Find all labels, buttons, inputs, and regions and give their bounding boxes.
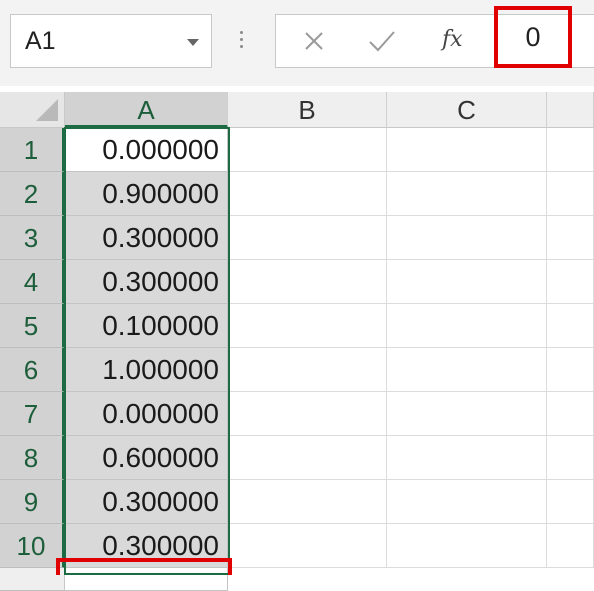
spreadsheet-grid: A B C 1 0.000000 2 0.900000 3 0.300000 4 0.300000 5… [0,92,594,591]
cell-d5[interactable] [547,304,594,348]
cell-b2[interactable] [228,172,387,216]
cell-b9[interactable] [228,480,387,524]
row-header-1[interactable]: 1 [0,128,65,172]
cell-a4[interactable]: 0.300000 [65,260,228,304]
row-header-4[interactable]: 4 [0,260,65,304]
highlight-box [56,558,232,575]
row-header-2[interactable]: 2 [0,172,65,216]
cell-b1[interactable] [228,128,387,172]
cell-b10[interactable] [228,524,387,568]
column-header-d[interactable] [547,92,594,128]
drag-handle-icon[interactable] [240,31,244,55]
cell-b3[interactable] [228,216,387,260]
row-header-9[interactable]: 9 [0,480,65,524]
cell-d2[interactable] [547,172,594,216]
cell-a8[interactable]: 0.600000 [65,436,228,480]
cell-a3[interactable]: 0.300000 [65,216,228,260]
cell-c5[interactable] [387,304,547,348]
chevron-down-icon[interactable] [187,39,199,46]
cell-b5[interactable] [228,304,387,348]
cell-a6[interactable]: 1.000000 [65,348,228,392]
formula-toolbar: A1 fx 0 [0,0,594,86]
cell-c8[interactable] [387,436,547,480]
row-header-5[interactable]: 5 [0,304,65,348]
cell-d10[interactable] [547,524,594,568]
cell-c2[interactable] [387,172,547,216]
cell-d1[interactable] [547,128,594,172]
cell-a1[interactable]: 0.000000 [65,128,228,172]
cell-c7[interactable] [387,392,547,436]
cell-c1[interactable] [387,128,547,172]
cell-c10[interactable] [387,524,547,568]
formula-input[interactable]: 0 [494,6,572,68]
cell-d3[interactable] [547,216,594,260]
cell-a2[interactable]: 0.900000 [65,172,228,216]
name-box[interactable]: A1 [10,14,212,68]
cell-c9[interactable] [387,480,547,524]
column-header-b[interactable]: B [228,92,387,128]
formula-value: 0 [525,22,541,52]
cell-d6[interactable] [547,348,594,392]
cell-d8[interactable] [547,436,594,480]
cell-b7[interactable] [228,392,387,436]
row-header-8[interactable]: 8 [0,436,65,480]
name-box-value: A1 [25,27,56,55]
cell-a7[interactable]: 0.000000 [65,392,228,436]
column-header-a[interactable]: A [65,92,228,128]
row-header-6[interactable]: 6 [0,348,65,392]
row-header-7[interactable]: 7 [0,392,65,436]
close-icon[interactable] [300,27,328,55]
select-all-button[interactable] [0,92,65,128]
cell-c4[interactable] [387,260,547,304]
check-icon[interactable] [366,27,398,55]
cell-d7[interactable] [547,392,594,436]
function-icon[interactable]: fx [442,27,463,52]
cell-b8[interactable] [228,436,387,480]
cell-b6[interactable] [228,348,387,392]
cell-c3[interactable] [387,216,547,260]
cell-d4[interactable] [547,260,594,304]
column-header-c[interactable]: C [387,92,547,128]
cell-a9[interactable]: 0.300000 [65,480,228,524]
cell-d9[interactable] [547,480,594,524]
cell-c6[interactable] [387,348,547,392]
cell-a5[interactable]: 0.100000 [65,304,228,348]
cell-b4[interactable] [228,260,387,304]
row-header-3[interactable]: 3 [0,216,65,260]
